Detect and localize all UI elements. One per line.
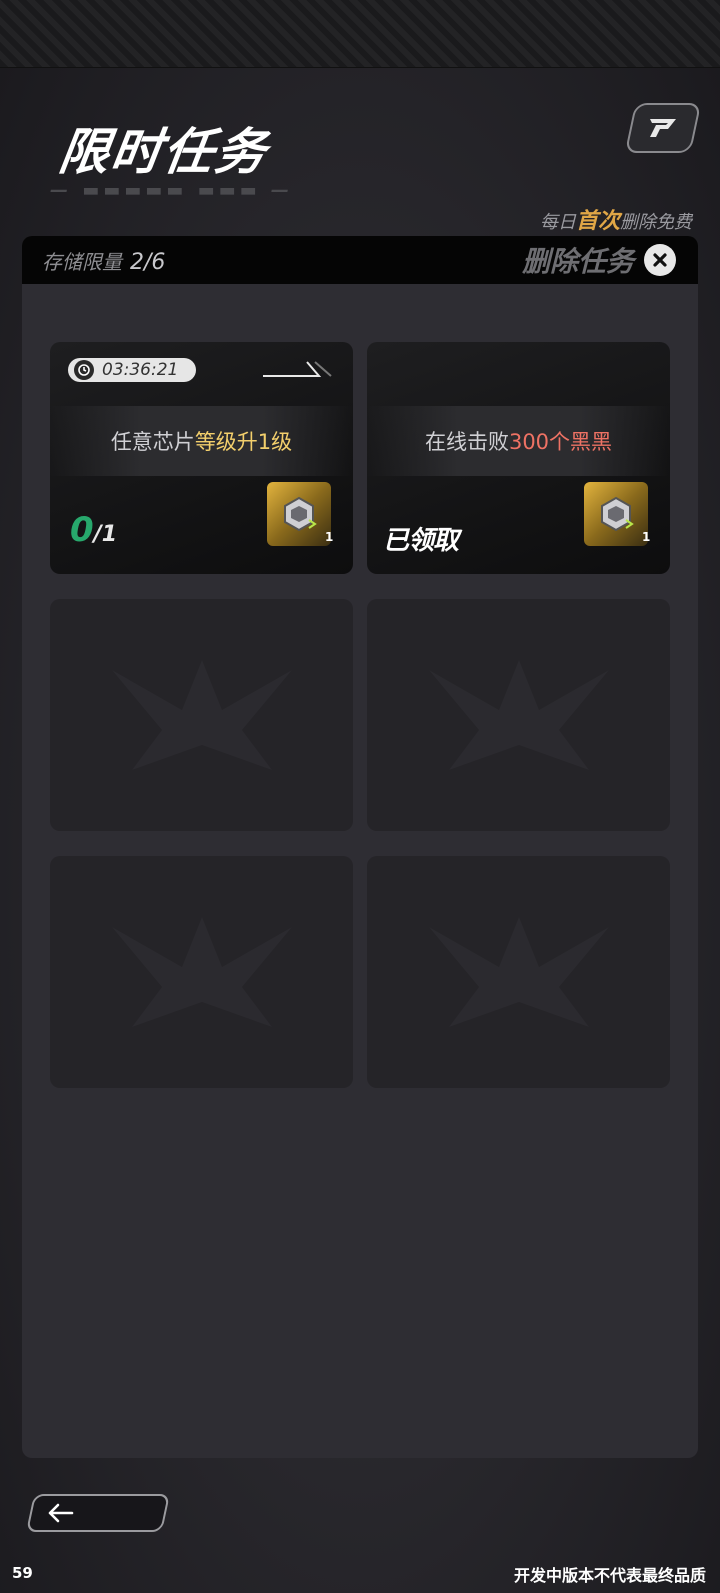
claimed-status: 已领取 — [383, 526, 459, 556]
placeholder-emblem-icon — [111, 660, 292, 770]
progress-current: 0 — [70, 510, 94, 550]
task-progress: 0/1 — [70, 510, 117, 550]
reward-count: 1 — [642, 530, 651, 544]
empty-task-slot — [367, 599, 670, 831]
task-card[interactable]: 03:36:21 任意芯片 等级升1级 0/1 1 — [50, 342, 353, 574]
delete-task-button[interactable] — [644, 244, 676, 276]
page-title: 限时任务 — [55, 123, 272, 181]
placeholder-emblem-icon — [428, 660, 609, 770]
placeholder-emblem-icon — [111, 917, 292, 1027]
clock-icon — [74, 360, 94, 380]
close-icon — [653, 253, 667, 267]
panel-header: 存储限量 2/6 删除任务 — [22, 236, 698, 284]
title-decoration: — ▬▬▬▬▬ ▬▬▬ — — [50, 180, 293, 201]
corner-logo-button[interactable] — [624, 103, 702, 153]
task-desc-highlight: 等级升1级 — [194, 430, 293, 454]
task-desc-plain: 任意芯片 — [110, 430, 195, 454]
chip-icon — [284, 496, 317, 532]
logo-icon — [650, 119, 676, 137]
task-description: 在线击败 300个黑黑 — [367, 406, 670, 476]
task-timer: 03:36:21 — [68, 358, 196, 382]
daily-free-hint: 每日首次删除免费 — [540, 203, 692, 235]
storage-limit: 存储限量 2/6 — [42, 246, 165, 275]
task-description: 任意芯片 等级升1级 — [50, 406, 353, 476]
delete-task-control[interactable]: 删除任务 — [522, 240, 676, 280]
back-button[interactable] — [25, 1494, 171, 1532]
storage-value: 2/6 — [130, 249, 166, 275]
task-card[interactable]: 在线击败 300个黑黑 已领取 1 — [367, 342, 670, 574]
fps-counter: 59 — [12, 1564, 33, 1582]
build-watermark: 开发中版本不代表最终品质 — [513, 1566, 706, 1585]
task-grid: 03:36:21 任意芯片 等级升1级 0/1 1 在线击败 300个黑黑 已领… — [50, 342, 670, 1088]
timer-value: 03:36:21 — [102, 360, 179, 380]
decorative-lines — [263, 361, 332, 377]
hint-prefix: 每日 — [539, 212, 576, 233]
task-desc-plain: 在线击败 — [424, 430, 509, 454]
hint-suffix: 删除免费 — [620, 212, 692, 233]
reward-count: 1 — [325, 530, 334, 544]
task-desc-highlight: 300个黑黑 — [508, 430, 613, 454]
arrow-left-icon — [48, 1503, 74, 1523]
progress-total: /1 — [93, 522, 118, 547]
task-panel: 存储限量 2/6 删除任务 03:36:21 任意芯片 等级升1级 0/1 1 … — [22, 236, 698, 1458]
chip-icon — [601, 496, 634, 532]
empty-task-slot — [367, 856, 670, 1088]
storage-label: 存储限量 — [42, 249, 122, 274]
reward-item[interactable] — [267, 482, 331, 546]
top-strip — [0, 0, 720, 68]
empty-task-slot — [50, 599, 353, 831]
delete-task-label: 删除任务 — [521, 245, 634, 278]
hint-highlight: 首次 — [575, 209, 620, 234]
reward-item[interactable] — [584, 482, 648, 546]
placeholder-emblem-icon — [428, 917, 609, 1027]
empty-task-slot — [50, 856, 353, 1088]
